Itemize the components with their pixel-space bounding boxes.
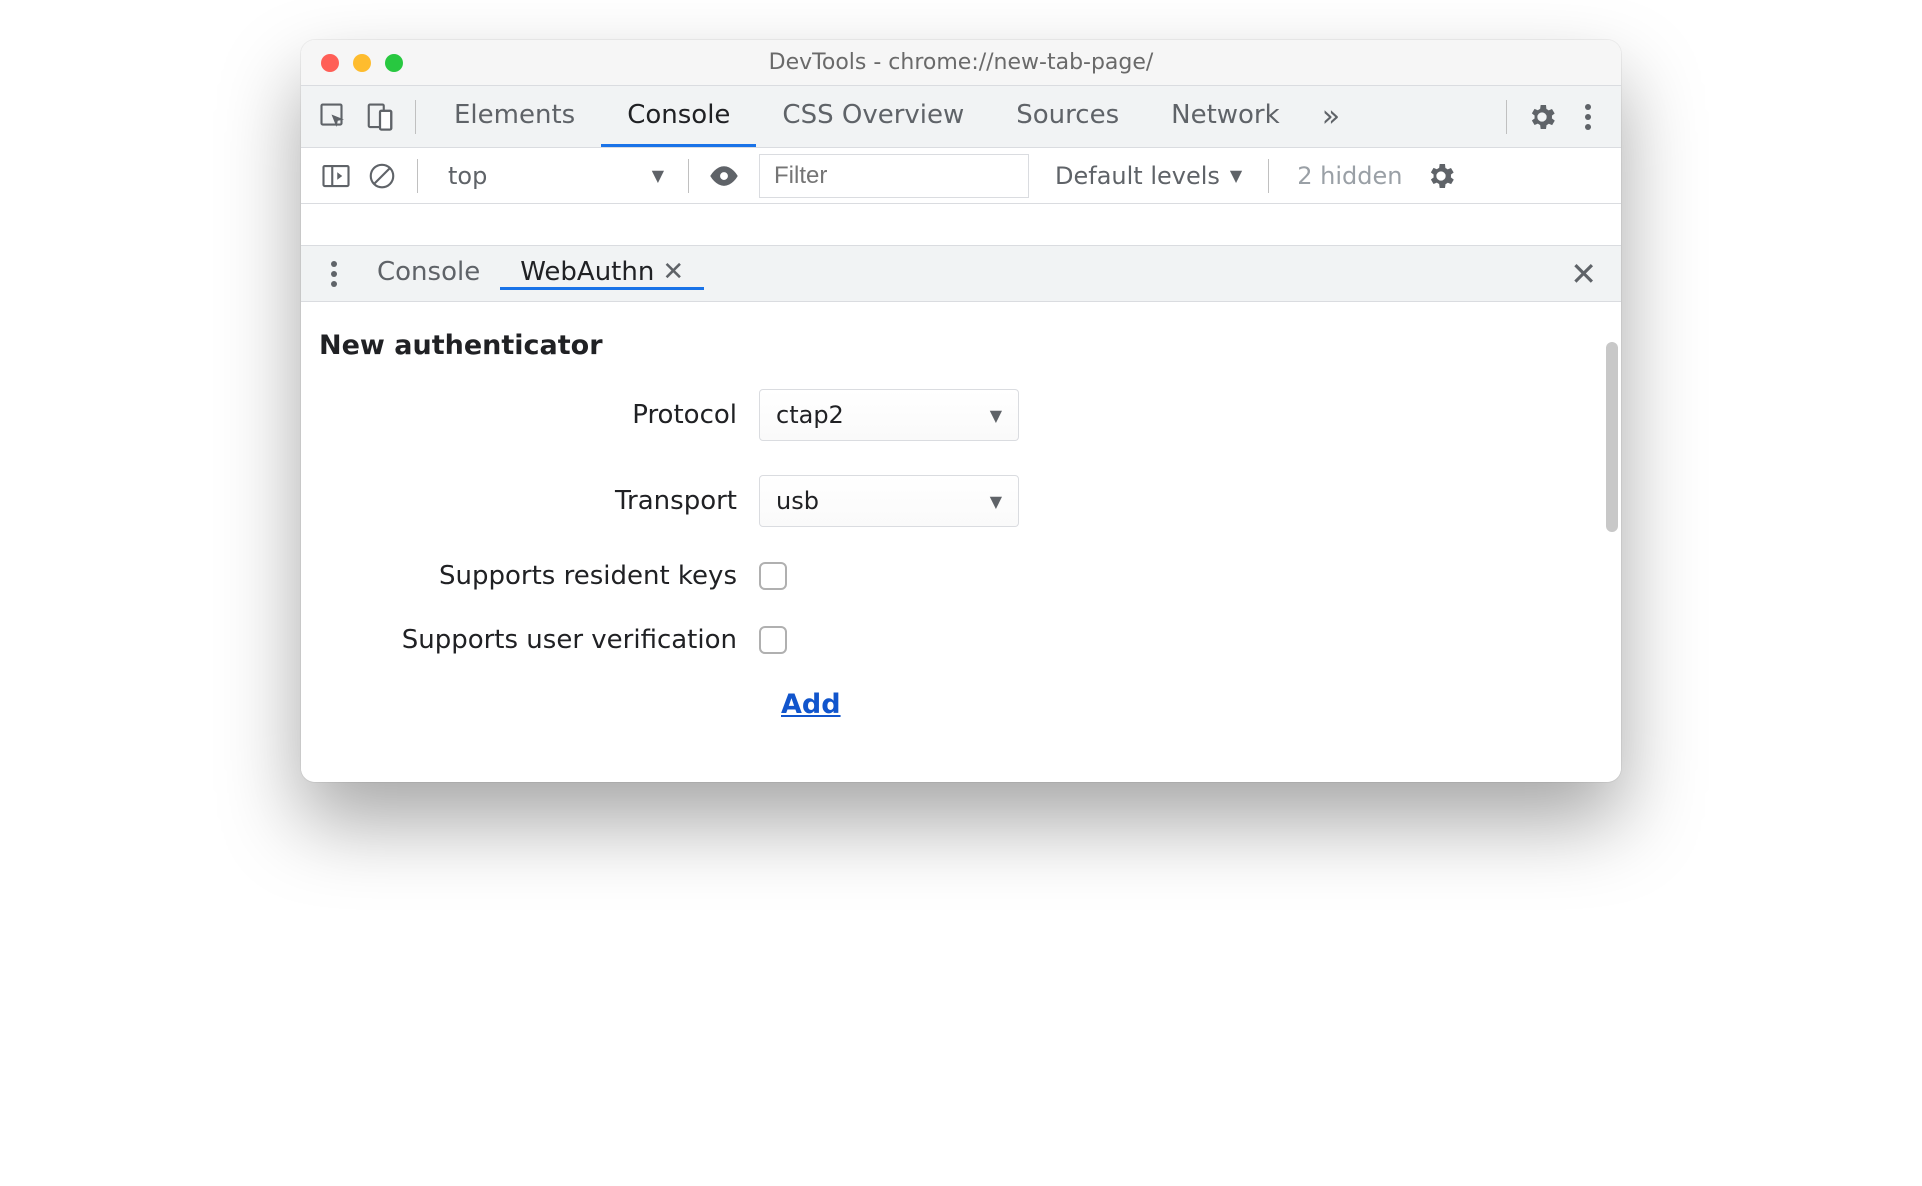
user-verification-row: Supports user verification [319,625,1139,655]
console-settings-gear-icon[interactable] [1418,153,1464,199]
protocol-row: Protocol ctap2 ▼ [319,389,1139,441]
panel-tabs: Elements Console CSS Overview Sources Ne… [428,86,1306,147]
tab-label: CSS Overview [782,100,964,130]
webauthn-panel: New authenticator Protocol ctap2 ▼ Trans… [301,302,1621,782]
console-output-area [301,204,1621,246]
separator [1268,159,1269,193]
more-tabs-button[interactable]: » [1306,99,1356,134]
section-title: New authenticator [319,330,1603,361]
dropdown-caret-icon: ▼ [652,166,664,185]
tab-label: Network [1171,100,1280,130]
levels-label: Default levels [1055,162,1220,190]
drawer-tab-webauthn[interactable]: WebAuthn ✕ [500,257,704,290]
separator [1506,100,1507,134]
device-toolbar-icon[interactable] [357,94,403,140]
main-tabstrip: Elements Console CSS Overview Sources Ne… [301,86,1621,148]
protocol-label: Protocol [319,400,759,430]
drawer-tabstrip: Console WebAuthn ✕ ✕ [301,246,1621,302]
console-toolbar: top ▼ Default levels ▼ 2 hidden [301,148,1621,204]
tab-console[interactable]: Console [601,86,756,147]
new-authenticator-form: Protocol ctap2 ▼ Transport usb ▼ Support… [319,389,1139,720]
settings-gear-icon[interactable] [1519,94,1565,140]
clear-console-icon[interactable] [359,153,405,199]
titlebar: DevTools - chrome://new-tab-page/ [301,40,1621,86]
tab-sources[interactable]: Sources [990,86,1145,147]
console-sidebar-toggle-icon[interactable] [313,153,359,199]
window-title: DevTools - chrome://new-tab-page/ [301,50,1621,75]
inspect-element-icon[interactable] [311,94,357,140]
transport-label: Transport [319,486,759,516]
user-verification-label: Supports user verification [319,625,759,655]
dropdown-caret-icon: ▼ [990,406,1002,425]
scrollbar-thumb[interactable] [1606,342,1618,532]
add-row: Add [319,689,1139,720]
separator [688,159,689,193]
tab-elements[interactable]: Elements [428,86,601,147]
tab-css-overview[interactable]: CSS Overview [756,86,990,147]
log-levels-selector[interactable]: Default levels ▼ [1041,162,1256,190]
user-verification-checkbox[interactable] [759,626,787,654]
tab-label: Sources [1016,100,1119,130]
transport-select[interactable]: usb ▼ [759,475,1019,527]
live-expression-icon[interactable] [701,153,747,199]
tab-label: Elements [454,100,575,130]
resident-keys-row: Supports resident keys [319,561,1139,591]
filter-input[interactable] [759,154,1029,198]
dropdown-caret-icon: ▼ [1230,166,1242,185]
hidden-messages-count[interactable]: 2 hidden [1281,162,1418,190]
select-value: usb [776,487,819,515]
transport-row: Transport usb ▼ [319,475,1139,527]
drawer-kebab-menu-icon[interactable] [311,251,357,297]
tab-network[interactable]: Network [1145,86,1306,147]
drawer-tab-console[interactable]: Console [357,257,500,290]
context-selector[interactable]: top ▼ [436,157,676,195]
add-button[interactable]: Add [781,689,841,720]
resident-keys-checkbox[interactable] [759,562,787,590]
close-drawer-button[interactable]: ✕ [1570,255,1611,293]
kebab-menu-icon[interactable] [1565,94,1611,140]
separator [417,159,418,193]
dropdown-caret-icon: ▼ [990,492,1002,511]
select-value: ctap2 [776,401,844,429]
tab-label: WebAuthn [520,257,654,287]
tab-label: Console [627,100,730,130]
tab-label: Console [377,257,480,287]
context-value: top [448,162,487,190]
devtools-window: DevTools - chrome://new-tab-page/ Elemen… [301,40,1621,782]
resident-keys-label: Supports resident keys [319,561,759,591]
close-tab-icon[interactable]: ✕ [662,257,684,287]
separator [415,100,416,134]
protocol-select[interactable]: ctap2 ▼ [759,389,1019,441]
